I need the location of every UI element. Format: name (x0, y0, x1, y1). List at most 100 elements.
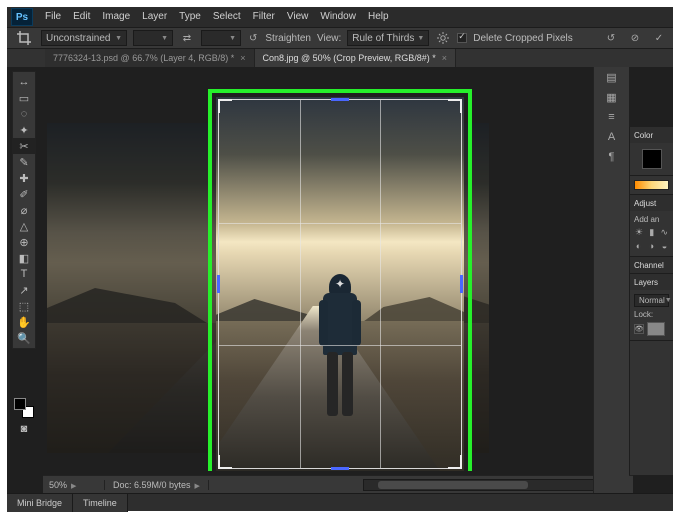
crop-icon (17, 31, 31, 45)
layer-thumbnail[interactable] (647, 322, 665, 336)
history-brush-tool[interactable]: △ (13, 218, 35, 234)
layers-tab[interactable]: Layers (634, 278, 658, 287)
hand-tool[interactable]: ✋ (13, 314, 35, 330)
crop-width-input[interactable]: ▼ (133, 30, 173, 46)
healing-brush-tool[interactable]: ✚ (13, 170, 35, 186)
menu-layer[interactable]: Layer (136, 7, 173, 27)
magic-wand-tool[interactable]: ✦ (13, 122, 35, 138)
color-preview-swatch[interactable] (642, 149, 662, 169)
brush-tool[interactable]: ✐ (13, 186, 35, 202)
app-badge[interactable]: Ps (11, 8, 33, 26)
options-bar: Unconstrained▼ ▼ ⇄ ▼ ↺ Straighten View: … (7, 27, 673, 49)
crop-marquee[interactable]: ✦ (218, 99, 462, 469)
chevron-down-icon: ▼ (665, 297, 672, 304)
gradient-tool[interactable]: ◧ (13, 250, 35, 266)
crop-handle-bottom-left[interactable] (218, 455, 232, 469)
crop-handle-top-left[interactable] (218, 99, 232, 113)
visibility-toggle[interactable]: 👁 (634, 324, 644, 334)
overlay-dropdown[interactable]: Rule of Thirds▼ (347, 30, 429, 46)
document-tab-bar: 7776324-13.psd @ 66.7% (Layer 4, RGB/8) … (7, 49, 673, 67)
eraser-tool[interactable]: ⊕ (13, 234, 35, 250)
adjustments-tab[interactable]: Adjust (634, 199, 656, 208)
foreground-color-swatch[interactable] (14, 398, 26, 410)
document-tab-label: 7776324-13.psd @ 66.7% (Layer 4, RGB/8) … (53, 53, 234, 63)
menu-select[interactable]: Select (207, 7, 247, 27)
marquee-tool[interactable]: ▭ (13, 90, 35, 106)
aspect-ratio-dropdown[interactable]: Unconstrained▼ (41, 30, 127, 46)
crop-handle-right[interactable] (460, 275, 463, 293)
timeline-tab[interactable]: Timeline (73, 494, 128, 512)
levels-icon[interactable]: ▮ (648, 226, 655, 238)
reset-crop-button[interactable]: ↺ (603, 30, 619, 46)
adjustments-hint: Add an (634, 215, 659, 224)
overlay-settings-button[interactable] (435, 30, 451, 46)
type-tool[interactable]: T (13, 266, 35, 282)
canvas-area[interactable]: ✦ (43, 67, 633, 471)
color-panel: Color (630, 127, 673, 176)
history-panel-icon[interactable]: ▤ (594, 67, 629, 87)
menu-type[interactable]: Type (173, 7, 207, 27)
chevron-right-icon: ▶ (71, 483, 76, 490)
exposure-icon[interactable]: ◐ (634, 240, 643, 252)
menu-file[interactable]: File (39, 7, 67, 27)
close-icon[interactable]: × (442, 53, 447, 63)
hue-sat-icon[interactable]: ◑ (647, 240, 656, 252)
crop-handle-top[interactable] (331, 98, 349, 101)
commit-crop-button[interactable]: ✓ (651, 30, 667, 46)
menu-edit[interactable]: Edit (67, 7, 96, 27)
menu-help[interactable]: Help (362, 7, 395, 27)
clear-button[interactable]: ↺ (247, 30, 259, 46)
active-tool-icon[interactable] (13, 29, 35, 47)
mini-bridge-tab[interactable]: Mini Bridge (7, 494, 73, 512)
brightness-icon[interactable]: ☀ (634, 226, 644, 238)
blend-mode-dropdown[interactable]: Normal▼ (634, 294, 669, 307)
foreground-background-swatch[interactable] (13, 397, 35, 419)
shape-tool[interactable]: ⬚ (13, 298, 35, 314)
eyedropper-tool[interactable]: ✎ (13, 154, 35, 170)
color-balance-icon[interactable]: ◒ (660, 240, 669, 252)
curves-icon[interactable]: ∿ (659, 226, 669, 238)
crop-handle-left[interactable] (217, 275, 220, 293)
photoshop-window: Ps File Edit Image Layer Type Select Fil… (7, 7, 673, 511)
workspace: ↔ ▭ ◌ ✦ ✂ ✎ ✚ ✐ ⌀ △ ⊕ ◧ T ↗ ⬚ ✋ 🔍 ◙ (7, 67, 673, 493)
crop-center-icon: ✦ (333, 277, 347, 291)
properties-panel-icon[interactable]: ≡ (594, 107, 629, 127)
lasso-tool[interactable]: ◌ (13, 106, 35, 122)
cancel-crop-button[interactable]: ⊘ (627, 30, 643, 46)
crop-handle-bottom[interactable] (331, 467, 349, 470)
crop-handle-top-right[interactable] (448, 99, 462, 113)
menu-filter[interactable]: Filter (247, 7, 281, 27)
clone-stamp-tool[interactable]: ⌀ (13, 202, 35, 218)
crop-height-input[interactable]: ▼ (201, 30, 241, 46)
swap-dimensions-button[interactable]: ⇄ (179, 30, 195, 46)
crop-tool[interactable]: ✂ (13, 138, 35, 154)
quick-mask-toggle[interactable]: ◙ (13, 421, 35, 437)
pen-tool[interactable]: ↗ (13, 282, 35, 298)
crop-highlight: ✦ (208, 89, 472, 471)
zoom-tool[interactable]: 🔍 (13, 330, 35, 346)
crop-handle-bottom-right[interactable] (448, 455, 462, 469)
paragraph-panel-icon[interactable]: ¶ (594, 147, 629, 167)
menu-view[interactable]: View (281, 7, 315, 27)
zoom-level[interactable]: 50%▶ (43, 480, 105, 490)
channels-tab[interactable]: Channel (634, 261, 664, 270)
straighten-label[interactable]: Straighten (265, 33, 311, 44)
close-icon[interactable]: × (240, 53, 245, 63)
document-tab[interactable]: Con8.jpg @ 50% (Crop Preview, RGB/8#) * … (255, 49, 456, 67)
crop-grid-line (380, 100, 381, 468)
document-tab[interactable]: 7776324-13.psd @ 66.7% (Layer 4, RGB/8) … (45, 49, 255, 67)
scrollbar-thumb[interactable] (378, 481, 528, 489)
color-tab[interactable]: Color (634, 131, 653, 140)
menu-window[interactable]: Window (314, 7, 362, 27)
menu-image[interactable]: Image (96, 7, 136, 27)
layer-row[interactable]: 👁 (634, 322, 669, 336)
document-info[interactable]: Doc: 6.59M/0 bytes▶ (105, 480, 209, 490)
lock-label: Lock: (634, 310, 653, 319)
swatch-gradient[interactable] (634, 180, 669, 190)
character-panel-icon[interactable]: A (594, 127, 629, 147)
chevron-down-icon: ▼ (161, 35, 168, 42)
move-tool[interactable]: ↔ (13, 74, 35, 90)
actions-panel-icon[interactable]: ▦ (594, 87, 629, 107)
delete-cropped-checkbox[interactable] (457, 33, 467, 43)
horizontal-scrollbar[interactable] (363, 479, 613, 491)
